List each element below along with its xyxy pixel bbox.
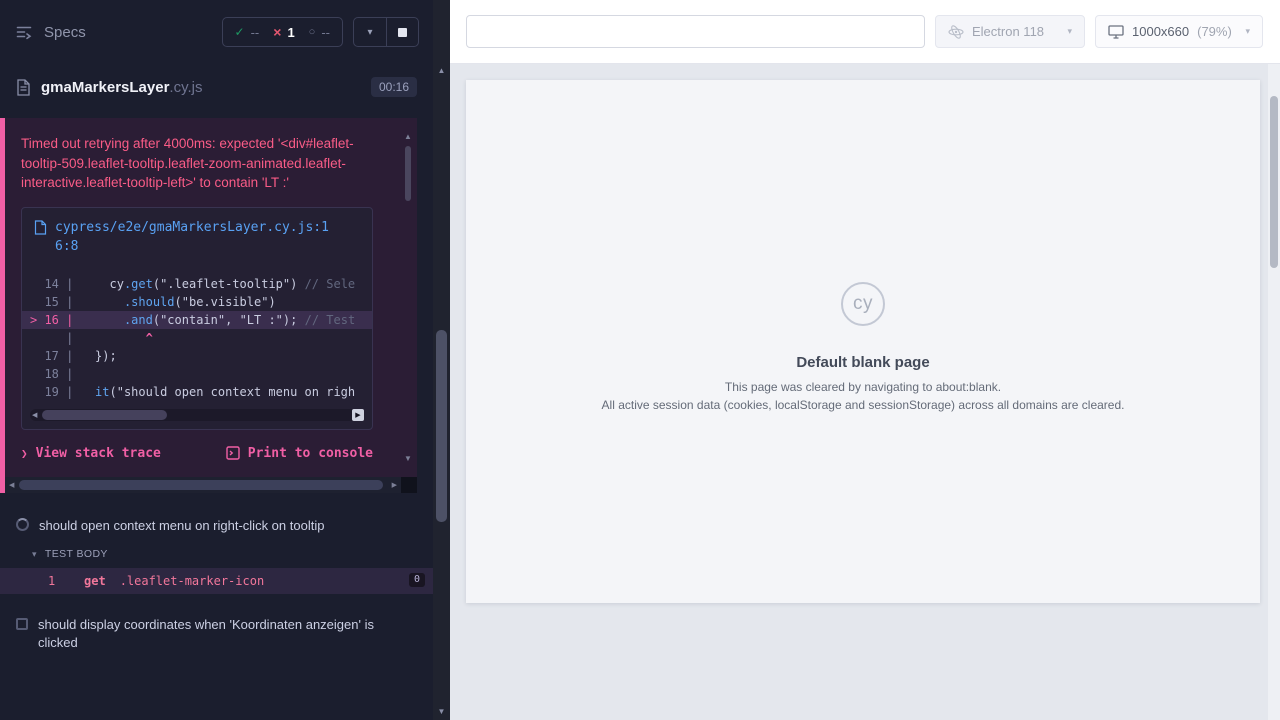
test-row-running[interactable]: should open context menu on right-click … [0,509,433,543]
chevron-down-icon: ▾ [367,27,372,38]
reporter-vertical-scrollbar: ▲ ▼ [433,0,450,720]
code-line: > 16 | .and("contain", "LT :"); // Test [22,311,372,329]
command-number: 1 [48,574,84,588]
stat-failed: × 1 [273,24,294,40]
reporter-sidebar: Specs ✓ -- × 1 ○ -- ▾ gmaMar [0,0,433,720]
specs-bar: Specs ✓ -- × 1 ○ -- ▾ [0,0,433,64]
code-scrollbar-thumb[interactable] [42,410,167,420]
stat-pending-count: -- [321,25,330,40]
scroll-down-icon[interactable]: ▼ [404,454,412,463]
test-body-toggle[interactable]: ▾ TEST BODY [0,542,433,568]
spec-extension: .cy.js [169,79,202,96]
reporter-hscrollbar-thumb[interactable] [19,480,383,490]
chevron-down-icon: ▾ [32,549,37,560]
command-method: get [84,574,106,588]
error-scrollbar-thumb[interactable] [405,146,411,201]
print-to-console-label: Print to console [248,446,373,461]
reporter-horizontal-scrollbar: ◀ ▶ [5,477,417,493]
failed-attempt-block: Timed out retrying after 4000ms: expecte… [0,118,417,493]
code-line: 18 | [22,365,372,383]
spec-name: gmaMarkersLayer.cy.js [41,79,202,96]
error-message: Timed out retrying after 4000ms: expecte… [21,134,365,193]
stat-passed-count: -- [251,25,260,40]
reporter-scrollbar-thumb[interactable] [436,330,447,522]
aut-iframe: cy Default blank page This page was clea… [466,80,1260,603]
print-to-console-button[interactable]: Print to console [226,446,373,461]
stat-pending: ○ -- [309,25,330,40]
code-line: 17 | }); [22,347,372,365]
code-line: 14 | cy.get(".leaflet-tooltip") // Sele [22,275,372,293]
blank-page-content: cy Default blank page This page was clea… [466,282,1260,412]
document-icon [16,79,31,96]
page-vertical-scrollbar [1268,64,1280,720]
test-body-label: TEST BODY [45,548,108,560]
stat-failed-count: 1 [287,25,294,40]
test-list: should open context menu on right-click … [0,509,433,660]
cypress-logo: cy [841,282,885,326]
scroll-right-icon[interactable]: ▶ [392,481,397,489]
code-line: | ^ [22,329,372,347]
console-icon [226,446,240,460]
specs-title: Specs [44,24,86,41]
stack-actions: ❯ View stack trace Print to console [21,446,373,461]
scroll-up-icon[interactable]: ▲ [433,66,450,75]
code-frame-header: cypress/e2e/gmaMarkersLayer.cy.js:16:8 [22,208,372,265]
run-controls: ▾ [353,17,419,47]
command-count-badge: 0 [409,573,425,587]
collapse-all-button[interactable]: ▾ [354,18,386,46]
electron-icon [948,24,964,40]
file-icon [34,220,47,235]
queued-test-icon [16,618,28,630]
test-title: should open context menu on right-click … [39,517,324,535]
error-vertical-scrollbar: ▲ ▼ [403,132,413,463]
command-message: .leaflet-marker-icon [120,574,265,588]
browser-selector[interactable]: Electron 118 ▾ [935,15,1085,48]
viewport-zoom: (79%) [1197,24,1232,39]
scroll-down-icon[interactable]: ▼ [433,707,450,716]
spec-duration-badge: 00:16 [371,77,417,97]
blank-page-title: Default blank page [466,354,1260,371]
specs-menu-icon[interactable] [14,22,34,42]
viewport-size: 1000x660 [1132,24,1189,39]
blank-page-message-2: All active session data (cookies, localS… [466,398,1260,412]
url-input[interactable] [466,15,925,48]
browser-label: Electron 118 [972,24,1044,39]
error-panel: Timed out retrying after 4000ms: expecte… [5,118,417,477]
test-title: should display coordinates when 'Koordin… [38,616,396,651]
scroll-left-icon[interactable]: ◀ [32,411,37,419]
main-area: Electron 118 ▾ 1000x660 (79%) ▾ cy Defau… [450,0,1280,720]
scroll-up-icon[interactable]: ▲ [404,132,412,141]
chevron-down-icon: ▾ [1245,26,1250,37]
code-line: 19 | it("should open context menu on rig… [22,383,372,401]
test-stats: ✓ -- × 1 ○ -- [222,17,343,47]
stat-passed: ✓ -- [235,25,260,40]
blank-page-message-1: This page was cleared by navigating to a… [466,380,1260,394]
view-stack-trace-label: View stack trace [36,446,161,461]
circle-icon: ○ [309,26,316,38]
chevron-down-icon: ▾ [1067,26,1072,37]
x-icon: × [273,24,281,40]
scrollbar-corner [401,477,417,493]
scroll-left-icon[interactable]: ◀ [9,481,14,489]
code-lines: 14 | cy.get(".leaflet-tooltip") // Sele … [22,265,372,403]
check-icon: ✓ [235,25,245,39]
code-frame: cypress/e2e/gmaMarkersLayer.cy.js:16:8 1… [21,207,373,430]
chevron-right-icon: ❯ [21,447,28,460]
code-horizontal-scrollbar: ◀ ▶ [30,409,364,421]
stop-run-button[interactable] [386,18,418,46]
command-log-row[interactable]: 1 get .leaflet-marker-icon 0 [0,568,433,594]
spec-header: gmaMarkersLayer.cy.js 00:16 [0,64,433,110]
page-scrollbar-thumb[interactable] [1270,96,1278,268]
test-row-queued[interactable]: should display coordinates when 'Koordin… [0,608,433,659]
monitor-icon [1108,25,1124,39]
spinner-icon [16,518,29,531]
stop-icon [398,28,407,37]
aut-toolbar: Electron 118 ▾ 1000x660 (79%) ▾ [450,0,1280,64]
code-line: 15 | .should("be.visible") [22,293,372,311]
scroll-right-icon[interactable]: ▶ [352,409,364,421]
code-frame-file-link[interactable]: cypress/e2e/gmaMarkersLayer.cy.js:16:8 [55,218,331,257]
viewport-selector[interactable]: 1000x660 (79%) ▾ [1095,15,1263,48]
view-stack-trace-button[interactable]: ❯ View stack trace [21,446,161,461]
